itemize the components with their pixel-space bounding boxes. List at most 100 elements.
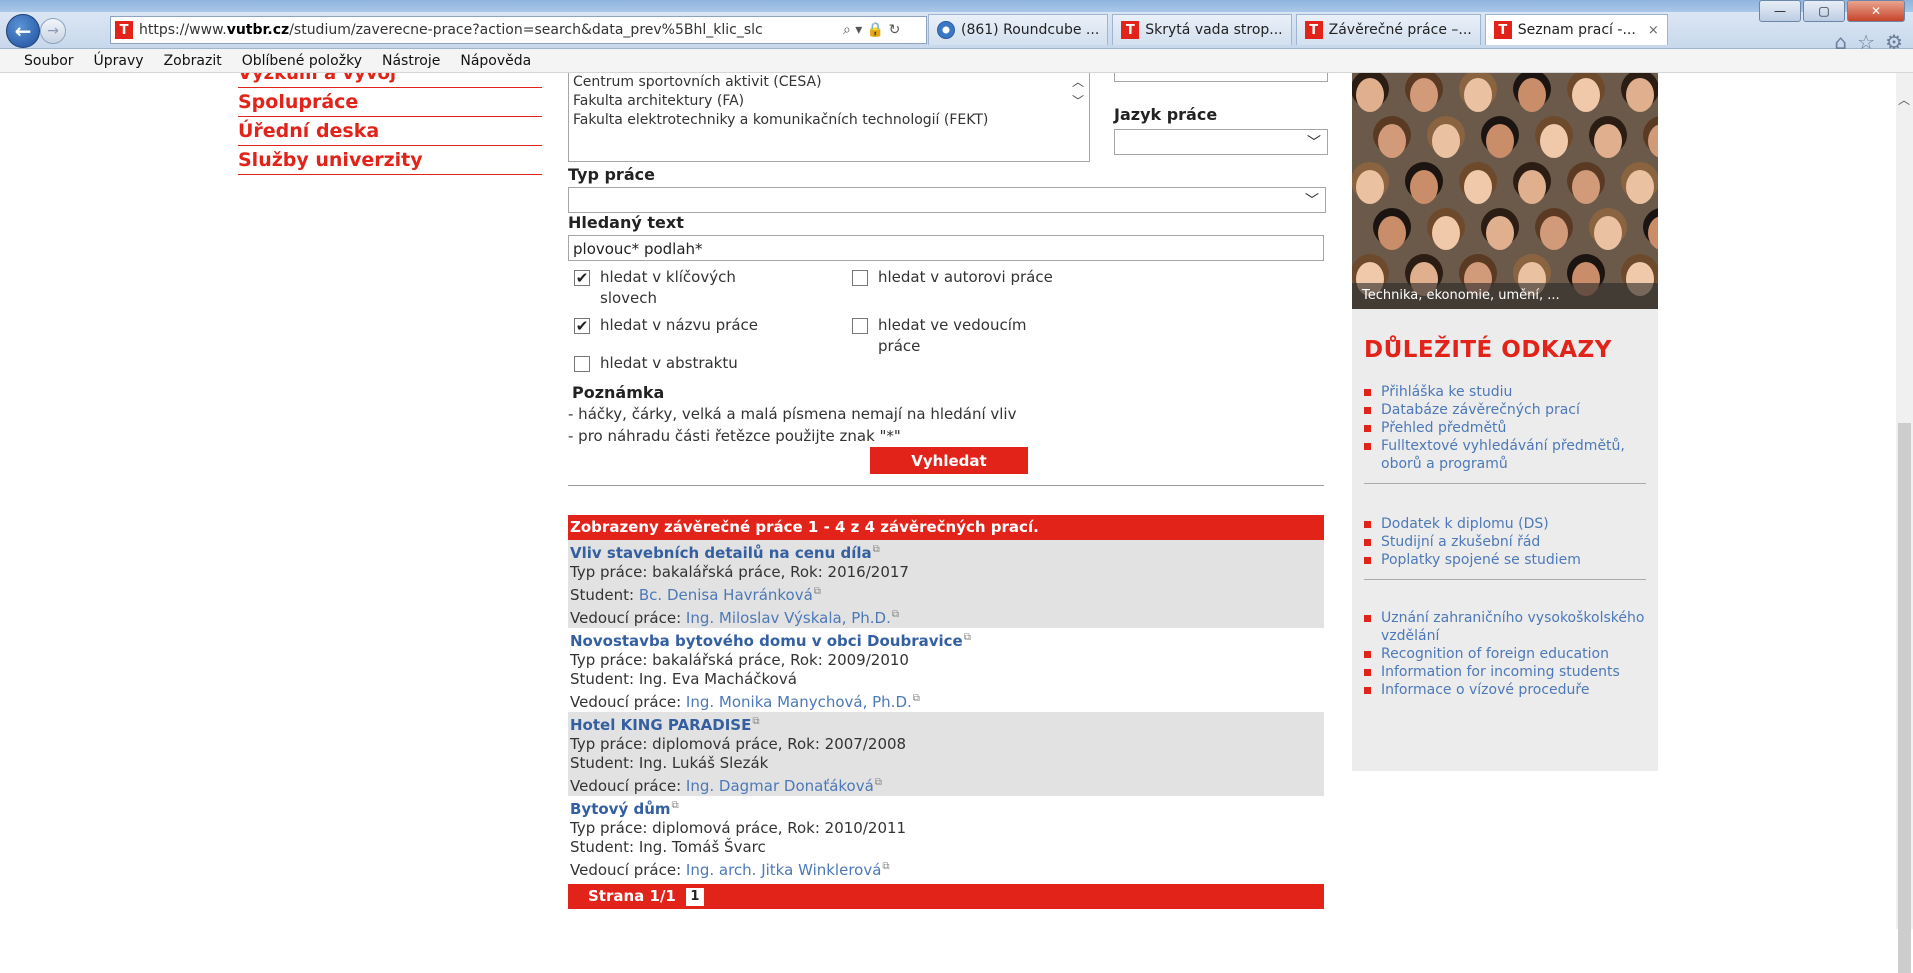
maximize-button[interactable]: ▢: [1803, 0, 1845, 22]
supervisor-link[interactable]: Ing. Monika Manychová, Ph.D.: [686, 693, 912, 711]
pager-page-button[interactable]: 1: [685, 887, 704, 906]
external-link-icon: ⧉: [813, 586, 821, 597]
menu-item[interactable]: Soubor: [0, 53, 84, 69]
supervisor-link[interactable]: Ing. Miloslav Výskala, Ph.D.: [686, 609, 891, 627]
important-link[interactable]: Přehled předmětů: [1364, 419, 1646, 437]
close-tab-icon[interactable]: ×: [1648, 23, 1659, 38]
result-title-link[interactable]: Hotel KING PARADISE: [570, 716, 751, 734]
important-link[interactable]: Recognition of foreign education: [1364, 645, 1646, 663]
tab-3[interactable]: T Závěrečné práce –...: [1295, 14, 1481, 45]
address-bar[interactable]: T https://www.vutbr.cz/studium/zaverecne…: [110, 16, 927, 44]
students-photo: [1352, 73, 1658, 309]
important-link[interactable]: Information for incoming students: [1364, 663, 1646, 681]
student-name: Ing. Tomáš Švarc: [638, 838, 766, 856]
note-title: Poznámka: [572, 383, 665, 402]
result-title-link[interactable]: Novostavba bytového domu v obci Doubravi…: [570, 632, 963, 650]
tab-4[interactable]: T Seznam prací -... ×: [1484, 14, 1668, 45]
student-name: Ing. Lukáš Slezák: [638, 754, 769, 772]
menu-item[interactable]: Zobrazit: [154, 53, 232, 69]
faculty-option[interactable]: Fakulta elektrotechniky a komunikačních …: [569, 111, 1089, 130]
faculty-listbox[interactable]: Centrum sportovních aktivit (CESA) Fakul…: [568, 73, 1090, 162]
important-link[interactable]: Informace o vízové proceduře: [1364, 681, 1646, 699]
result-student-line: Student: Bc. Denisa Havránková⧉: [570, 586, 821, 604]
checkbox-abstract[interactable]: hledat v abstraktu: [574, 353, 834, 374]
search-button[interactable]: Vyhledat: [870, 447, 1028, 474]
important-link[interactable]: Dodatek k diplomu (DS): [1364, 515, 1646, 533]
pagination: Strana 1/1 1: [568, 884, 1324, 909]
checkbox-box[interactable]: ✔: [574, 318, 590, 334]
checkbox-label: hledat v autorovi práce: [878, 268, 1053, 286]
thesis-type-select[interactable]: ﹀: [568, 187, 1326, 213]
tab-label: Skrytá vada strop...: [1145, 22, 1283, 38]
important-links-title: DŮLEŽITÉ ODKAZY: [1364, 337, 1612, 363]
forward-button[interactable]: →: [40, 18, 66, 44]
faculty-option[interactable]: Centrum sportovních aktivit (CESA): [569, 73, 1089, 92]
checkbox-box[interactable]: [852, 318, 868, 334]
faculty-option[interactable]: Fakulta architektury (FA): [569, 92, 1089, 111]
nav-link-sluzby-univerzity[interactable]: Služby univerzity: [238, 146, 542, 175]
nav-link-spoluprace[interactable]: Spolupráce: [238, 88, 542, 117]
search-text-input[interactable]: plovouc* podlah*: [568, 235, 1324, 261]
checkbox-box[interactable]: [574, 356, 590, 372]
chevron-down-icon: ﹀: [1305, 193, 1319, 209]
important-link[interactable]: Přihláška ke studiu: [1364, 383, 1646, 401]
nav-link-uredni-deska[interactable]: Úřední deska: [238, 117, 542, 146]
checkbox-box[interactable]: [852, 270, 868, 286]
result-type-line: Typ práce: bakalářská práce, Rok: 2009/2…: [570, 651, 909, 669]
important-link[interactable]: Fulltextové vyhledávání předmětů, oborů …: [1364, 437, 1646, 473]
browser-navbar: ← → T https://www.vutbr.cz/studium/zaver…: [0, 12, 1913, 54]
important-link[interactable]: Poplatky spojené se studiem: [1364, 551, 1646, 569]
important-link[interactable]: Databáze závěrečných prací: [1364, 401, 1646, 419]
roundcube-icon: [937, 21, 955, 39]
supervisor-link[interactable]: Ing. Dagmar Donaťáková: [686, 777, 874, 795]
result-student-line: Student: Ing. Lukáš Slezák: [570, 754, 769, 772]
chevron-up-icon[interactable]: ︿: [1898, 91, 1910, 108]
links-group: Uznání zahraničního vysokoškolského vzdě…: [1364, 609, 1646, 699]
checkbox-supervisor[interactable]: hledat ve vedoucím práce: [852, 315, 1072, 357]
checkbox-keywords[interactable]: ✔ hledat v klíčových slovech: [574, 267, 794, 309]
menu-item[interactable]: Oblíbené položky: [232, 53, 372, 69]
student-name[interactable]: Bc. Denisa Havránková: [639, 586, 813, 604]
bullet-icon: [1364, 425, 1371, 432]
chevron-up-icon[interactable]: ︿: [1072, 73, 1084, 92]
nav-link-partial[interactable]: Výzkum a vývoj: [238, 73, 542, 88]
important-link[interactable]: Uznání zahraničního vysokoškolského vzdě…: [1364, 609, 1646, 645]
language-select[interactable]: ﹀: [1114, 129, 1328, 155]
menu-item[interactable]: Nástroje: [372, 53, 450, 69]
important-link[interactable]: Studijní a zkušební řád: [1364, 533, 1646, 551]
menu-item[interactable]: Nápověda: [450, 53, 541, 69]
address-bar-icons[interactable]: ⌕ ▾ 🔒 ↻: [843, 22, 900, 38]
checkbox-author[interactable]: hledat v autorovi práce: [852, 267, 1152, 288]
result-type-line: Typ práce: bakalářská práce, Rok: 2016/2…: [570, 563, 909, 581]
tab-1[interactable]: (861) Roundcube ...: [928, 14, 1109, 45]
supervisor-link[interactable]: Ing. arch. Jitka Winklerová: [686, 861, 882, 879]
result-supervisor-line: Vedoucí práce: Ing. Miloslav Výskala, Ph…: [570, 609, 900, 627]
tab-strip: (861) Roundcube ... T Skrytá vada strop...…: [928, 14, 1668, 45]
result-title-link[interactable]: Bytový dům: [570, 800, 671, 818]
faculty-list-scrollbar[interactable]: ︿ ﹀: [1063, 73, 1089, 161]
note-line: - pro náhradu části řetězce použijte zna…: [568, 427, 901, 445]
result-type-line: Typ práce: diplomová práce, Rok: 2010/20…: [570, 819, 907, 837]
checkbox-title[interactable]: ✔ hledat v názvu práce: [574, 315, 814, 336]
url-text[interactable]: https://www.vutbr.cz/studium/zaverecne-p…: [139, 22, 839, 38]
checkbox-box[interactable]: ✔: [574, 270, 590, 286]
bullet-icon: [1364, 443, 1371, 450]
result-title-link[interactable]: Vliv stavebních detailů na cenu díla: [570, 544, 872, 562]
bullet-icon: [1364, 615, 1371, 622]
bullet-icon: [1364, 687, 1371, 694]
menu-item[interactable]: Úpravy: [84, 53, 154, 69]
chevron-down-icon[interactable]: ﹀: [1072, 92, 1084, 111]
result-supervisor-line: Vedoucí práce: Ing. arch. Jitka Winklero…: [570, 861, 890, 879]
back-button[interactable]: ←: [6, 14, 40, 48]
bullet-icon: [1364, 389, 1371, 396]
close-window-button[interactable]: ✕: [1847, 0, 1905, 22]
minimize-button[interactable]: —: [1759, 0, 1801, 22]
bullet-icon: [1364, 521, 1371, 528]
checkbox-label: hledat v názvu práce: [600, 316, 758, 334]
links-separator: [1364, 483, 1646, 484]
tab-2[interactable]: T Skrytá vada strop...: [1112, 14, 1292, 45]
external-link-icon: ⧉: [891, 609, 900, 620]
back-arrow-icon: ←: [14, 19, 32, 43]
page-scrollbar[interactable]: ︿: [1896, 73, 1913, 973]
scrollbar-thumb[interactable]: [1898, 423, 1911, 973]
